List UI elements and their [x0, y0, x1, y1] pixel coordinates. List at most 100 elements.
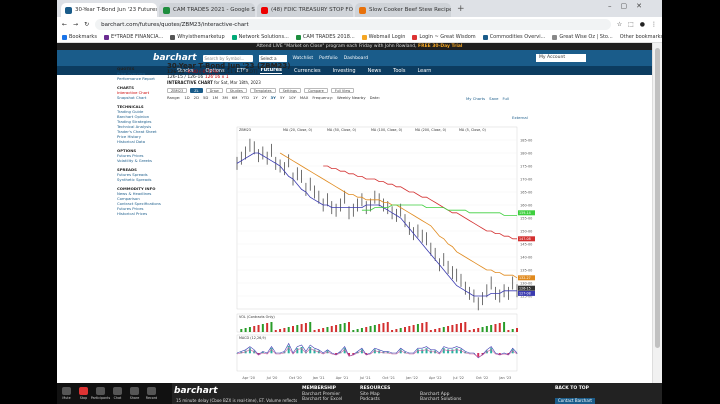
- range-option[interactable]: YTD: [241, 95, 249, 100]
- zoom-control-icon: [130, 387, 139, 395]
- range-option[interactable]: 1Y: [253, 95, 258, 100]
- volume-bar: [369, 326, 372, 332]
- range-option[interactable]: 5Y: [280, 95, 285, 100]
- bookmark-star-icon[interactable]: ☆: [617, 21, 622, 28]
- scrollbar-thumb[interactable]: [655, 48, 660, 348]
- range-option[interactable]: 10Y: [289, 95, 296, 100]
- header-link-portfolio[interactable]: Portfolio: [319, 56, 338, 61]
- zoom-control[interactable]: Chat: [111, 387, 124, 400]
- bookmark-item[interactable]: Commodities Overvi...: [482, 34, 545, 40]
- volume-bar: [503, 322, 506, 332]
- bookmark-item[interactable]: Whyisthemarketup: [170, 34, 225, 40]
- chart-top-link[interactable]: My Charts: [466, 96, 485, 101]
- chart-toolbar-button[interactable]: Templates: [249, 88, 276, 93]
- footer-link-podcasts[interactable]: Podcasts: [360, 397, 380, 402]
- back-icon[interactable]: ←: [62, 21, 67, 28]
- tab-favicon-icon: [163, 6, 170, 14]
- bookmark-item[interactable]: Great Wise Oz | Sto...: [552, 34, 613, 40]
- browser-tab[interactable]: CAM TRADES 2021 - Google Sh...×: [159, 3, 255, 17]
- footer-link-premier[interactable]: Barchart Premier: [302, 392, 340, 397]
- price-tag-label: 126-15: [519, 287, 531, 291]
- sidebar-link[interactable]: Performance Report: [117, 76, 167, 81]
- macd-histogram-bar: [490, 348, 493, 354]
- chart-toolbar-button[interactable]: Draw: [205, 88, 223, 93]
- frequency-select[interactable]: Weekly Nearby: [337, 95, 366, 100]
- zoom-control[interactable]: Share: [128, 387, 141, 400]
- header-link-watchlist[interactable]: Watchlist: [293, 56, 314, 61]
- bookmark-item[interactable]: Bookmarks: [62, 34, 97, 40]
- sidebar-link[interactable]: Snapshot Chart: [117, 95, 167, 100]
- bookmark-item[interactable]: CAM TRADES 2018...: [295, 34, 355, 40]
- chart-toolbar-button[interactable]: ZL: [190, 88, 203, 93]
- back-to-top-button[interactable]: BACK TO TOP: [555, 386, 589, 391]
- forward-icon[interactable]: →: [73, 21, 78, 28]
- other-bookmarks[interactable]: Other bookmarks: [620, 34, 662, 40]
- sidebar-link[interactable]: Historical Prices: [117, 211, 167, 216]
- footer-link-excel[interactable]: Barchart for Excel: [302, 397, 342, 402]
- header-link-dashboard[interactable]: Dashboard: [344, 56, 368, 61]
- browser-tab[interactable]: Slow Cooker Beef Stew Recipe×: [355, 3, 451, 17]
- zoom-control[interactable]: Participants: [90, 387, 111, 400]
- bookmark-item[interactable]: E*TRADE FINANCIA...: [103, 34, 163, 40]
- range-option[interactable]: 1D: [184, 95, 189, 100]
- chart-top-link[interactable]: Save: [489, 96, 498, 101]
- footer-link-app[interactable]: Barchart App: [420, 392, 450, 397]
- new-tab-button[interactable]: +: [453, 4, 469, 14]
- range-option[interactable]: 5D: [203, 95, 208, 100]
- footer-logo[interactable]: barchart: [174, 386, 218, 396]
- chart-toolbar-button[interactable]: Compare: [303, 88, 328, 93]
- profile-icon[interactable]: ●: [640, 21, 645, 28]
- page-scrollbar[interactable]: [652, 43, 662, 383]
- maximize-icon[interactable]: ▢: [621, 2, 628, 10]
- sidebar-link[interactable]: Volatility & Greeks: [117, 158, 167, 163]
- sidebar-link[interactable]: Historical Data: [117, 139, 167, 144]
- footer-link-solutions[interactable]: Barchart Solutions: [420, 397, 461, 402]
- macd-histogram-bar: [313, 349, 316, 354]
- range-option[interactable]: 1M: [212, 95, 218, 100]
- my-account-button[interactable]: My Account: [536, 54, 586, 62]
- chart-toolbar-button[interactable]: Settings: [278, 88, 301, 93]
- browser-tab[interactable]: 30-Year T-Bond Jun '23 Futures ...×: [61, 3, 157, 17]
- bookmark-item[interactable]: Webmail Login: [361, 34, 405, 40]
- range-option[interactable]: 3M: [222, 95, 228, 100]
- bookmark-item[interactable]: Network Solutions...: [231, 34, 289, 40]
- volume-bar: [490, 325, 493, 332]
- browser-tab[interactable]: (48) FDIC TREASURY STOP FOR ...×: [257, 3, 353, 17]
- x-tick-label: Jul '22: [452, 376, 464, 380]
- promo-link[interactable]: FREE 30-Day Trial: [418, 44, 462, 49]
- footer-link-sitemap[interactable]: Site Map: [360, 392, 380, 397]
- volume-bar: [300, 324, 303, 332]
- zoom-control[interactable]: Record: [145, 387, 158, 400]
- range-option[interactable]: 6M: [232, 95, 238, 100]
- volume-bar: [507, 330, 510, 332]
- commodity-select[interactable]: Select a Commodity: [258, 54, 287, 68]
- range-option[interactable]: 2D: [194, 95, 199, 100]
- reload-icon[interactable]: ↻: [84, 21, 89, 28]
- symbol-search-input[interactable]: Search by Symbol...: [202, 54, 253, 62]
- macd-histogram-bar: [309, 347, 312, 354]
- zoom-control[interactable]: Stop: [77, 387, 90, 400]
- chart-toolbar-button[interactable]: Full View: [330, 88, 355, 93]
- y-tick-label: 175-00: [520, 165, 532, 169]
- contact-button[interactable]: Contact Barchart: [555, 398, 595, 404]
- chart-toolbar-button[interactable]: Studies: [225, 88, 247, 93]
- volume-bar: [373, 325, 376, 332]
- range-option[interactable]: MAX: [300, 95, 308, 100]
- volume-bar: [270, 322, 273, 332]
- bookmark-item[interactable]: Login ~ Great Wisdom: [412, 34, 476, 40]
- symbol-input[interactable]: ZBM23: [167, 88, 188, 93]
- zoom-control-label: Participants: [90, 396, 111, 400]
- extensions-icon[interactable]: ⬚: [628, 21, 634, 28]
- chart-top-link[interactable]: Full: [502, 96, 509, 101]
- zoom-control[interactable]: Mute: [60, 387, 73, 400]
- sidebar-link[interactable]: Synthetic Spreads: [117, 177, 167, 182]
- minimize-icon[interactable]: –: [608, 2, 612, 10]
- price-chart[interactable]: 185-00 180-00 175-00 170-00 165-00 160-00 155-…: [165, 109, 535, 385]
- range-option[interactable]: 2Y: [262, 95, 267, 100]
- url-field[interactable]: barchart.com/futures/quotes/ZBM23/intera…: [95, 19, 611, 30]
- menu-icon[interactable]: ⋮: [651, 21, 657, 28]
- footer-membership: MEMBERSHIP Barchart Premier Barchart for…: [302, 386, 342, 403]
- bookmark-label: CAM TRADES 2018...: [302, 34, 355, 40]
- close-window-icon[interactable]: ✕: [636, 2, 642, 10]
- range-option[interactable]: 3Y: [271, 95, 276, 100]
